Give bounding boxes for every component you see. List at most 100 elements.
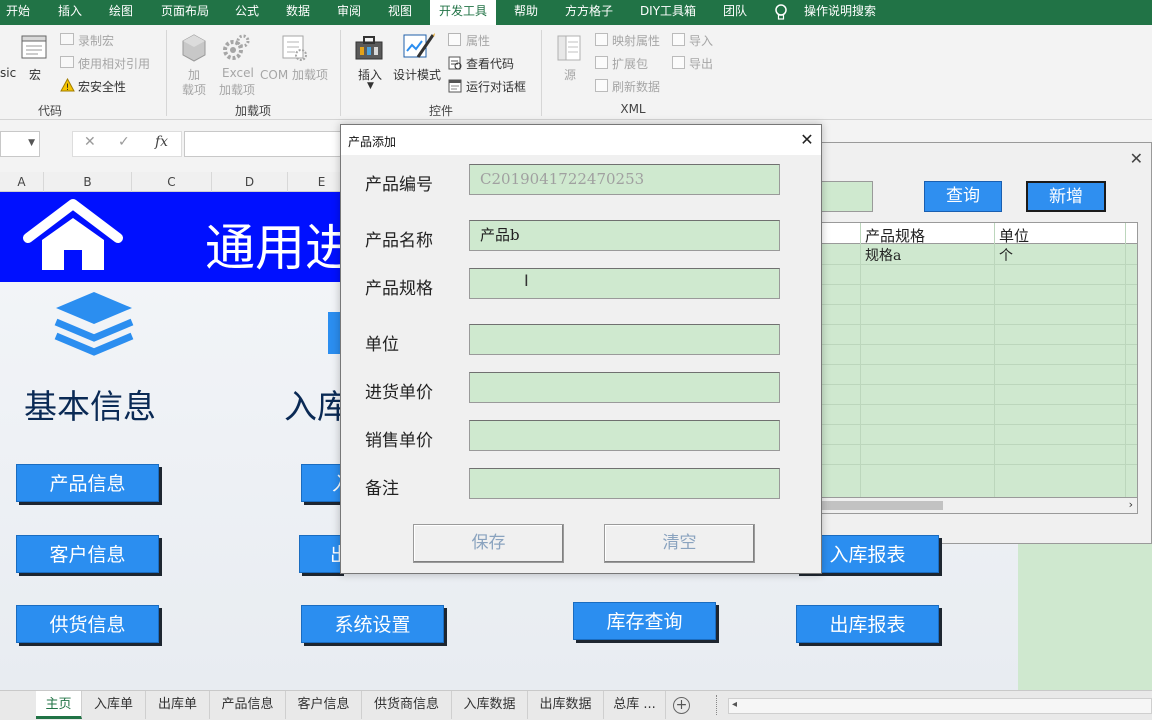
fx-icon[interactable]: fx <box>155 134 168 150</box>
column-header[interactable]: C <box>132 172 212 192</box>
save-button[interactable]: 保存 <box>413 524 564 563</box>
tab-splitter[interactable] <box>716 695 718 715</box>
tab-fangfang[interactable]: 方方格子 <box>559 0 619 25</box>
layers-icon <box>54 292 134 356</box>
tab-review[interactable]: 审阅 <box>331 0 367 25</box>
refresh-data-button[interactable]: 刷新数据 <box>612 78 660 95</box>
map-properties-button[interactable]: 映射属性 <box>612 32 660 49</box>
macro-security-button[interactable]: 宏安全性 <box>78 78 126 95</box>
group-label-xml: XML <box>620 102 646 116</box>
grid-line <box>819 284 1137 285</box>
column-header[interactable]: 单位 <box>999 225 1029 246</box>
scrollbar-thumb[interactable] <box>819 501 943 510</box>
macro-button[interactable]: 宏 <box>29 66 41 83</box>
sheet-tab[interactable]: 入库单 <box>82 691 146 719</box>
remarks-label: 备注 <box>365 479 399 499</box>
xml-source-button[interactable]: 源 <box>564 66 576 83</box>
product-name-field[interactable]: 产品b <box>469 220 780 251</box>
group-divider <box>166 30 167 116</box>
outbound-button[interactable]: 出 <box>299 535 341 573</box>
close-icon[interactable]: ✕ <box>797 130 817 150</box>
expansion-pack-icon <box>595 56 608 69</box>
grid-line <box>819 404 1137 405</box>
chevron-right-icon[interactable]: › <box>1129 498 1133 511</box>
tab-diy-toolbox[interactable]: DIY工具箱 <box>634 0 702 25</box>
sheet-tab[interactable]: 客户信息 <box>286 691 362 719</box>
xml-source-icon[interactable] <box>555 33 583 63</box>
horizontal-scrollbar[interactable]: › <box>819 497 1137 513</box>
design-mode-button[interactable]: 设计模式 <box>393 66 441 83</box>
macro-icon[interactable] <box>20 33 50 63</box>
relative-ref-button[interactable]: 使用相对引用 <box>78 55 150 72</box>
remarks-field[interactable] <box>469 468 780 499</box>
stock-query-button[interactable]: 库存查询 <box>573 602 716 640</box>
toolbox-icon[interactable] <box>354 33 386 63</box>
record-macro-button[interactable]: 录制宏 <box>78 32 114 49</box>
addins-icon[interactable] <box>180 33 208 63</box>
tab-draw[interactable]: 绘图 <box>103 0 139 25</box>
clear-button[interactable]: 清空 <box>604 524 755 563</box>
tab-team[interactable]: 团队 <box>717 0 753 25</box>
supplier-info-button[interactable]: 供货信息 <box>16 605 159 643</box>
tab-help[interactable]: 帮助 <box>508 0 544 25</box>
product-code-field[interactable]: C2019041722470253 <box>469 164 780 195</box>
expansion-pack-button[interactable]: 扩展包 <box>612 55 648 72</box>
sheet-tab[interactable]: 总库 ... <box>604 691 666 719</box>
column-header[interactable]: A <box>0 172 44 192</box>
unit-field[interactable] <box>469 324 780 355</box>
sheet-tab[interactable]: 出库数据 <box>528 691 604 719</box>
add-sheet-icon[interactable]: + <box>673 697 690 714</box>
sheet-tab[interactable]: 入库数据 <box>452 691 528 719</box>
inbound-button[interactable]: 入 <box>301 464 341 502</box>
query-button[interactable]: 查询 <box>924 181 1002 212</box>
product-spec-field[interactable] <box>469 268 780 299</box>
add-button[interactable]: 新增 <box>1026 181 1106 212</box>
tab-insert[interactable]: 插入 <box>52 0 88 25</box>
customer-info-button[interactable]: 客户信息 <box>16 535 159 573</box>
import-button[interactable]: 导入 <box>689 32 713 49</box>
purchase-price-label: 进货单价 <box>365 383 433 403</box>
outbound-report-button[interactable]: 出库报表 <box>796 605 939 643</box>
com-addins-button[interactable]: COM 加载项 <box>260 66 328 83</box>
sheet-tab[interactable]: 产品信息 <box>210 691 286 719</box>
close-icon[interactable]: ✕ <box>1130 149 1143 168</box>
search-input[interactable] <box>818 181 873 212</box>
unit-label: 单位 <box>365 335 399 355</box>
tell-me-search[interactable]: 操作说明搜索 <box>798 0 882 25</box>
gear-icon[interactable] <box>222 33 250 63</box>
export-button[interactable]: 导出 <box>689 55 713 72</box>
tab-formulas[interactable]: 公式 <box>229 0 265 25</box>
column-header[interactable]: 产品规格 <box>865 225 925 246</box>
purchase-price-field[interactable] <box>469 372 780 403</box>
visual-basic-label[interactable]: sic <box>0 66 16 80</box>
tab-view[interactable]: 视图 <box>382 0 418 25</box>
sheet-tab[interactable]: 出库单 <box>146 691 210 719</box>
system-settings-button[interactable]: 系统设置 <box>301 605 444 643</box>
chevron-left-icon[interactable]: ◂ <box>732 699 737 710</box>
grid-line <box>819 424 1137 425</box>
run-dialog-button[interactable]: 运行对话框 <box>466 78 526 95</box>
sheet-tab-bar: 主页 入库单 出库单 产品信息 客户信息 供货商信息 入库数据 出库数据 总库 … <box>0 690 1152 720</box>
record-macro-icon <box>60 33 74 45</box>
horizontal-scrollbar[interactable]: ◂ <box>728 698 1152 714</box>
properties-button[interactable]: 属性 <box>466 32 490 49</box>
enter-icon[interactable]: ✓ <box>118 134 130 150</box>
sale-price-field[interactable] <box>469 420 780 451</box>
tab-page-layout[interactable]: 页面布局 <box>155 0 215 25</box>
column-header[interactable]: B <box>44 172 132 192</box>
tab-home[interactable]: 开始 <box>0 0 36 25</box>
design-mode-icon[interactable] <box>402 31 436 63</box>
tab-developer[interactable]: 开发工具 <box>430 0 496 25</box>
product-info-button[interactable]: 产品信息 <box>16 464 159 502</box>
cancel-icon[interactable]: ✕ <box>84 134 96 150</box>
tab-data[interactable]: 数据 <box>280 0 316 25</box>
sheet-tab[interactable]: 主页 <box>36 691 82 719</box>
com-addins-icon[interactable] <box>280 33 308 63</box>
formula-input[interactable] <box>184 131 352 157</box>
name-box[interactable]: ▼ <box>0 131 40 157</box>
column-header[interactable]: D <box>212 172 288 192</box>
grid-line <box>819 444 1137 445</box>
sheet-tab[interactable]: 供货商信息 <box>362 691 452 719</box>
inbound-heading: 入库 <box>284 387 340 426</box>
view-code-button[interactable]: 查看代码 <box>466 55 514 72</box>
